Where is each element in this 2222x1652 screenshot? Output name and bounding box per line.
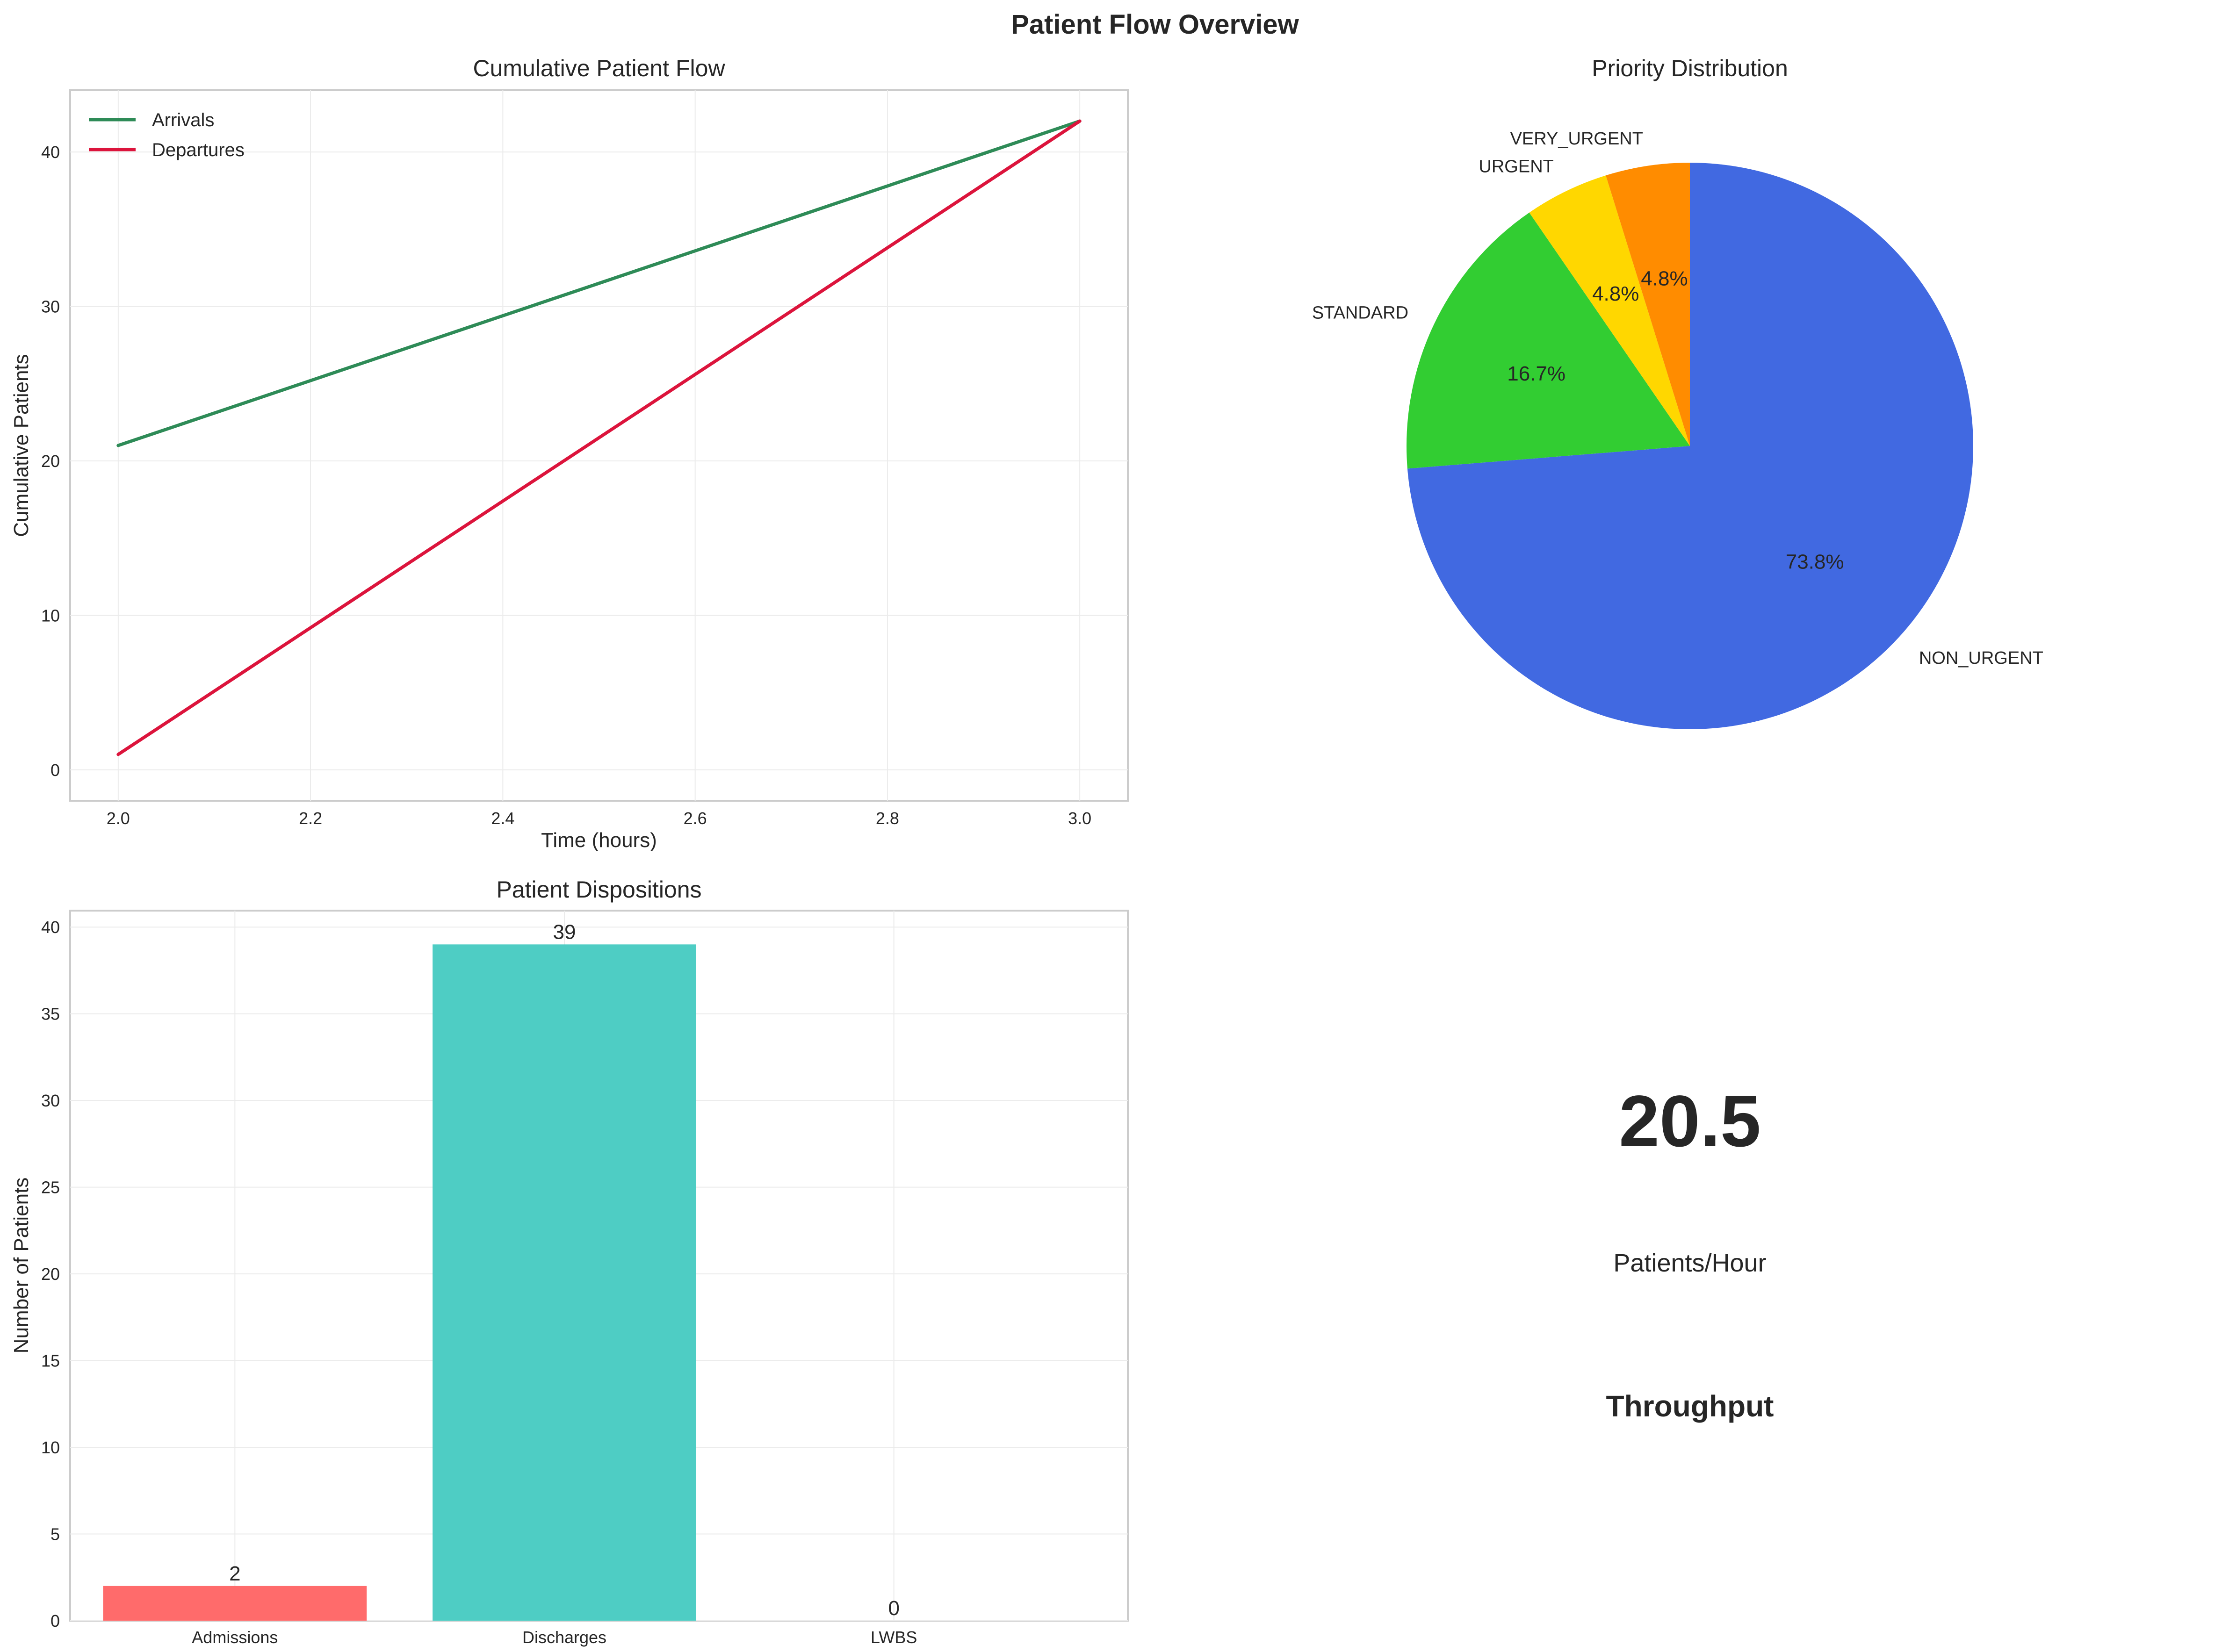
y-tick-label: 5 xyxy=(50,1525,60,1544)
bar-value-label: 0 xyxy=(888,1597,899,1620)
x-tick-label: 3.0 xyxy=(1068,809,1091,828)
line-chart-frame xyxy=(69,89,1129,802)
metric-label: Throughput xyxy=(1606,1389,1774,1423)
bar-admissions xyxy=(103,1586,367,1621)
x-tick-label: Discharges xyxy=(522,1628,606,1647)
y-tick-label: 10 xyxy=(41,606,60,625)
y-tick-label: 30 xyxy=(41,1091,60,1110)
y-tick-label: 0 xyxy=(50,1611,60,1630)
line-chart-panel: 2.0 2.2 2.4 2.6 2.8 3.0 0 10 20 30 40 Cumulative P… xyxy=(10,55,1129,852)
metric-unit: Patients/Hour xyxy=(1613,1249,1766,1277)
bar-chart-title: Patient Dispositions xyxy=(496,876,701,903)
y-tick-label: 0 xyxy=(50,761,60,780)
x-tick-label: 2.2 xyxy=(299,809,322,828)
figure-title: Patient Flow Overview xyxy=(1011,9,1299,40)
pie-pct-label: 4.8% xyxy=(1641,267,1688,290)
pie-pct-label: 16.7% xyxy=(1507,362,1566,385)
metric-value: 20.5 xyxy=(1619,1081,1761,1162)
bar-discharges xyxy=(433,944,696,1621)
x-tick-label: 2.4 xyxy=(491,809,514,828)
legend-label-departures: Departures xyxy=(152,140,245,160)
bar-chart-panel: 2 39 0 0 5 10 15 20 25 30 35 40 Admissions Discharge… xyxy=(10,876,1129,1647)
pie-category-label: NON_URGENT xyxy=(1919,648,2043,668)
x-tick-label: 2.8 xyxy=(876,809,899,828)
x-tick-label: 2.6 xyxy=(684,809,707,828)
pie-chart-title: Priority Distribution xyxy=(1592,55,1788,81)
y-tick-label: 20 xyxy=(41,452,60,471)
y-tick-label: 40 xyxy=(41,143,60,162)
y-tick-label: 25 xyxy=(41,1178,60,1197)
line-chart-title: Cumulative Patient Flow xyxy=(473,55,725,81)
pie-pct-label: 73.8% xyxy=(1786,551,1844,574)
x-tick-label: 2.0 xyxy=(107,809,130,828)
pie-category-label: STANDARD xyxy=(1312,303,1408,323)
y-tick-label: 40 xyxy=(41,918,60,937)
y-tick-label: 20 xyxy=(41,1264,60,1284)
figure: Patient Flow Overview 2.0 2.2 2.4 2.6 2.8 3.0… xyxy=(0,0,2222,1652)
pie-chart-slices xyxy=(1407,163,1974,729)
y-tick-label: 10 xyxy=(41,1438,60,1457)
y-tick-label: 30 xyxy=(41,297,60,316)
pie-category-label: URGENT xyxy=(1479,157,1553,176)
pie-category-label: VERY_URGENT xyxy=(1510,129,1643,149)
bar-value-label: 39 xyxy=(553,920,576,943)
bar-chart-ylabel: Number of Patients xyxy=(10,1178,33,1354)
y-tick-label: 35 xyxy=(41,1005,60,1024)
legend-label-arrivals: Arrivals xyxy=(152,110,214,130)
x-tick-label: LWBS xyxy=(871,1628,917,1647)
x-tick-label: Admissions xyxy=(192,1628,278,1647)
bar-value-label: 2 xyxy=(229,1562,240,1585)
pie-pct-label: 4.8% xyxy=(1592,282,1639,305)
y-tick-label: 15 xyxy=(41,1351,60,1371)
line-chart-xlabel: Time (hours) xyxy=(541,829,657,852)
line-chart-ylabel: Cumulative Patients xyxy=(10,354,33,537)
